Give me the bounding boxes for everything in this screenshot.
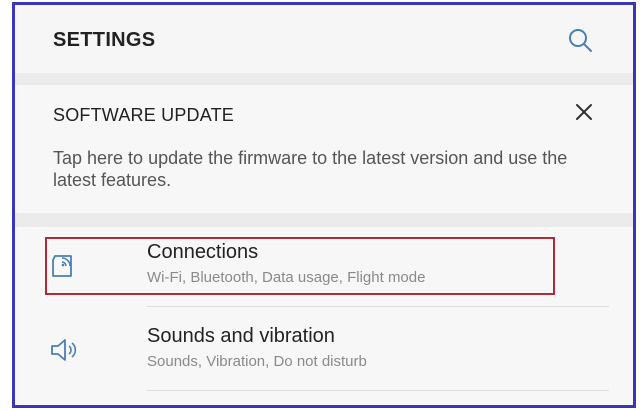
settings-item-title: Connections	[147, 241, 259, 263]
software-update-card[interactable]: SOFTWARE UPDATE Tap here to update the f…	[15, 85, 633, 213]
settings-header: SETTINGS	[15, 5, 633, 73]
close-icon	[576, 104, 592, 120]
dismiss-button[interactable]	[569, 97, 599, 127]
settings-item-subtitle: Sounds, Vibration, Do not disturb	[147, 353, 367, 370]
item-divider	[147, 390, 609, 391]
settings-item-sounds[interactable]: Sounds and vibration Sounds, Vibration, …	[15, 311, 633, 391]
software-update-title: SOFTWARE UPDATE	[53, 105, 235, 125]
section-divider	[15, 213, 633, 227]
settings-item-connections[interactable]: Connections Wi-Fi, Bluetooth, Data usage…	[15, 227, 633, 307]
section-divider	[15, 73, 633, 85]
search-icon	[569, 29, 592, 52]
item-divider	[147, 306, 609, 307]
page-title: SETTINGS	[53, 29, 156, 51]
settings-item-title: Sounds and vibration	[147, 325, 335, 347]
connections-icon	[47, 247, 81, 281]
settings-screen: SETTINGS SOFTWARE UPDATE Tap here to upd…	[12, 2, 636, 408]
settings-item-subtitle: Wi-Fi, Bluetooth, Data usage, Flight mod…	[147, 269, 426, 286]
settings-list: Connections Wi-Fi, Bluetooth, Data usage…	[15, 227, 633, 405]
search-button[interactable]	[563, 23, 597, 57]
software-update-description: Tap here to update the firmware to the l…	[53, 148, 568, 190]
speaker-icon	[47, 333, 81, 367]
